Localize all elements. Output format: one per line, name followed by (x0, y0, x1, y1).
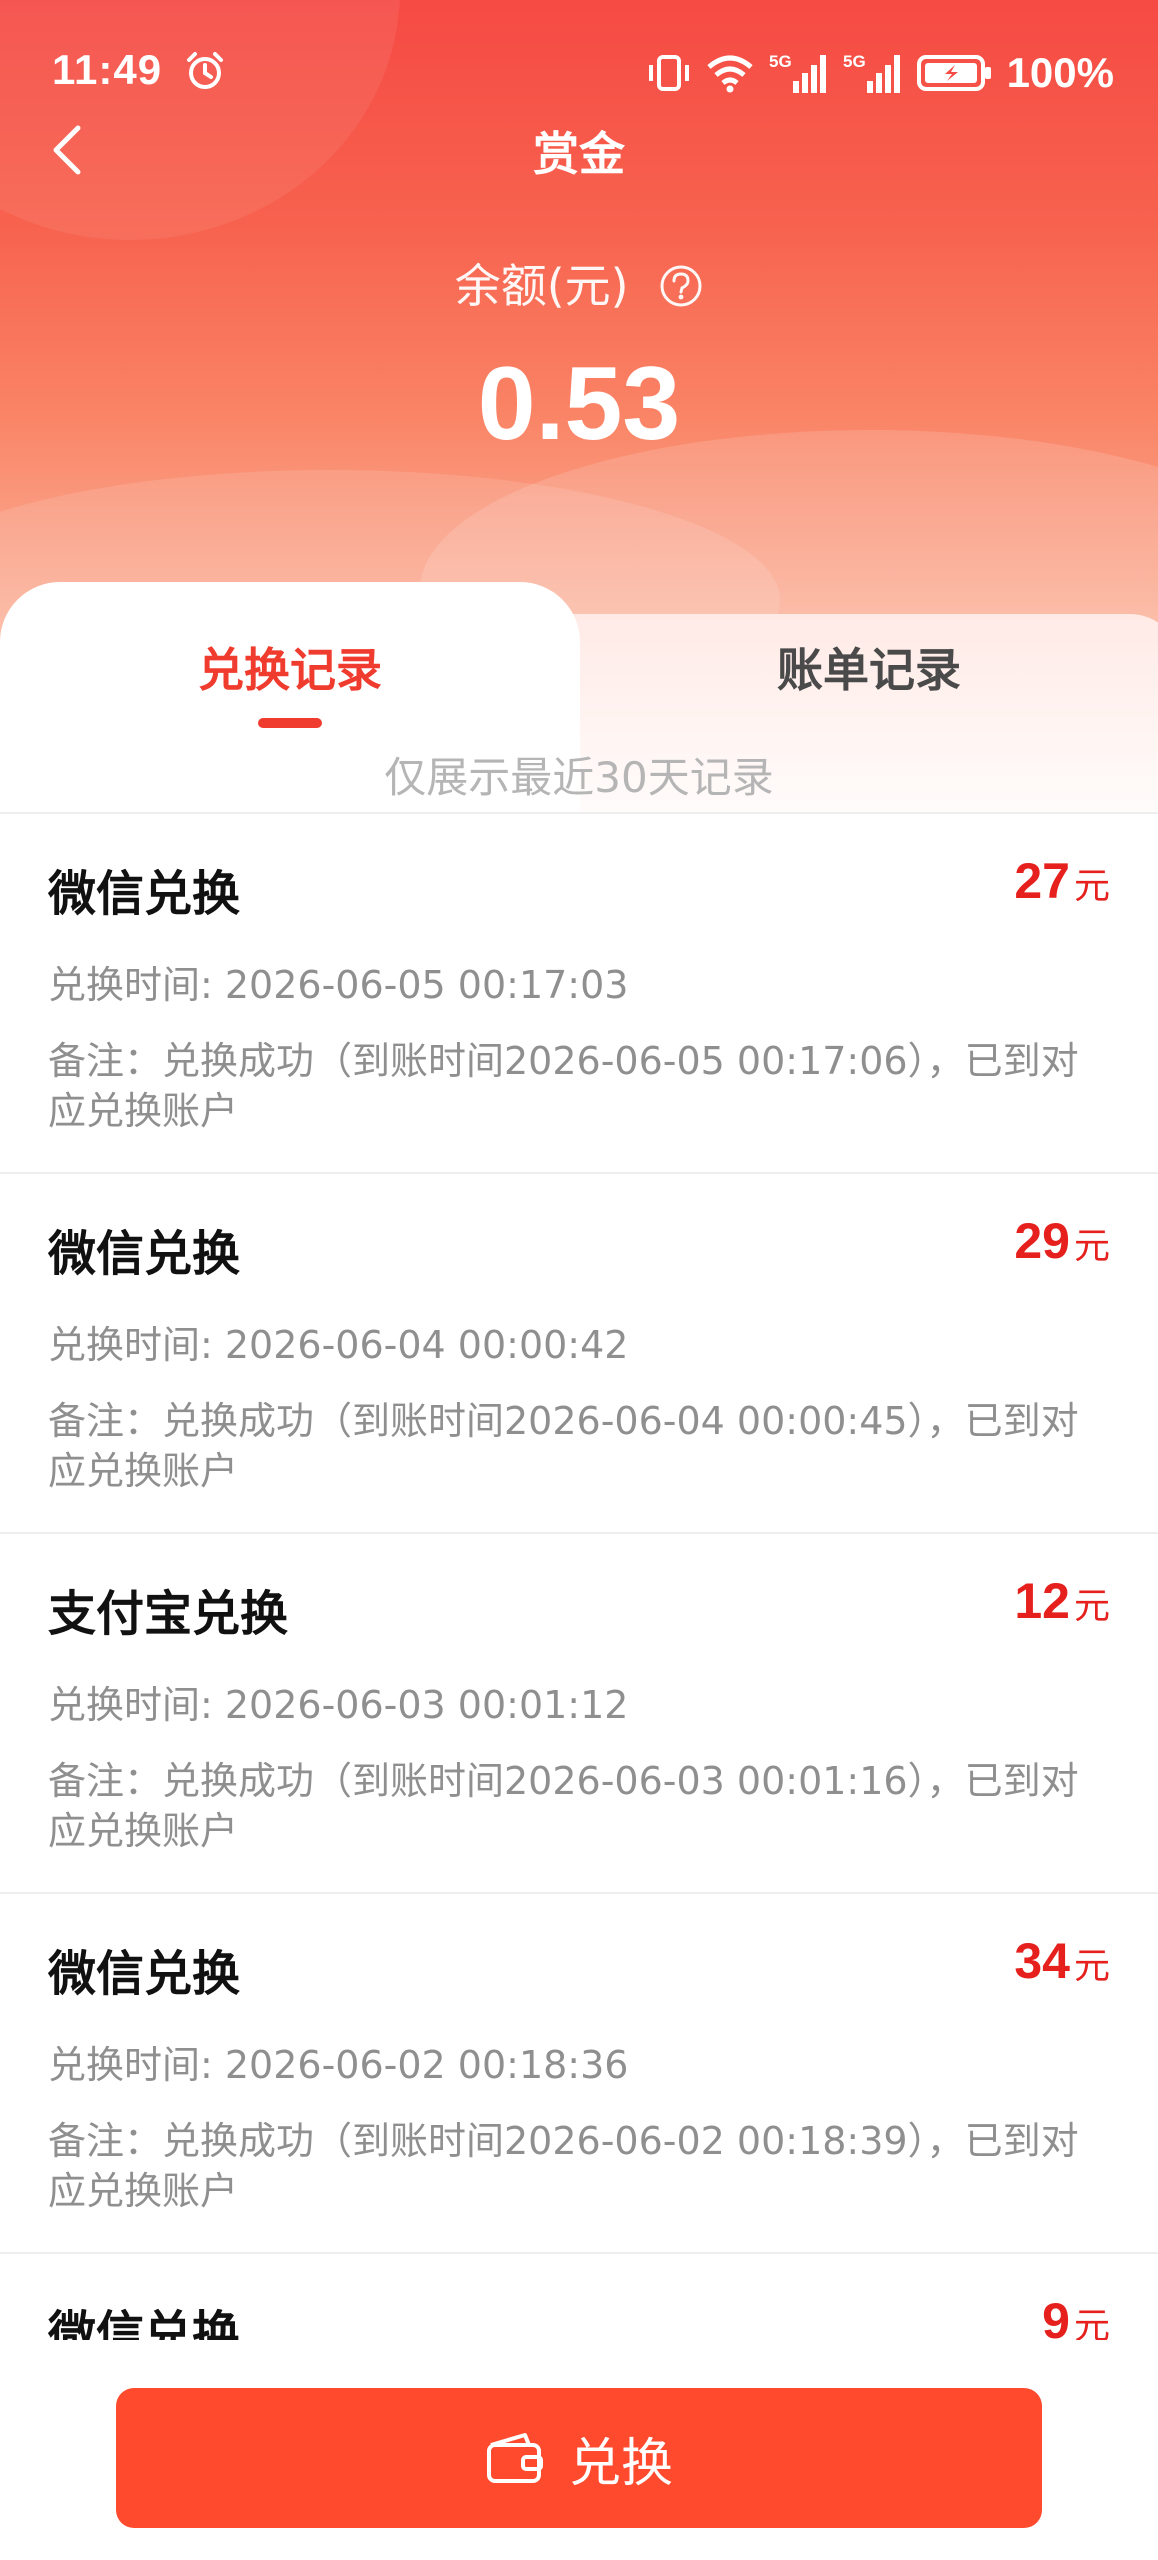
wallet-icon (486, 2433, 543, 2483)
svg-text:5G: 5G (769, 52, 792, 71)
list-item[interactable]: 微信兑换 29 元 兑换时间: 2026-06-04 00:00:42 备注：兑换… (0, 1174, 1158, 1534)
battery-charging-icon (916, 55, 991, 91)
header-banner: 11:49 5G 5G 100% 赏金 余额(元) 0.53 (0, 0, 1158, 640)
record-time: 兑换时间: 2026-06-04 00:00:42 (48, 1323, 629, 1367)
record-note: 备注：兑换成功（到账时间2026-06-05 00:17:06），已到对应兑换账… (48, 1039, 1079, 1133)
record-amount: 29 元 (1014, 1212, 1110, 1270)
amount-value: 12 (1014, 1573, 1070, 1629)
battery-percent: 100% (1006, 49, 1114, 96)
amount-unit: 元 (1073, 865, 1110, 906)
5g-signal-icon: 5G (843, 52, 900, 93)
list-item[interactable]: 微信兑换 27 元 兑换时间: 2026-06-05 00:17:03 备注：兑换… (0, 814, 1158, 1174)
record-amount: 34 元 (1014, 1932, 1110, 1990)
wifi-icon (706, 55, 753, 93)
balance-label-text: 余额(元) (454, 259, 629, 313)
balance-value: 0.53 (477, 346, 681, 462)
balance-label: 余额(元) (0, 250, 1158, 316)
record-title: 微信兑换 (48, 1226, 241, 1282)
record-title: 微信兑换 (48, 866, 241, 922)
tab-bill-records[interactable]: 账单记录 (580, 634, 1158, 704)
record-note: 备注：兑换成功（到账时间2026-06-03 00:01:16），已到对应兑换账… (48, 1759, 1079, 1853)
amount-unit: 元 (1073, 1585, 1110, 1626)
record-time: 兑换时间: 2026-06-02 00:18:36 (48, 2043, 629, 2087)
tab-exchange-records[interactable]: 兑换记录 (0, 634, 580, 704)
svg-text:5G: 5G (843, 52, 866, 71)
alarm-icon (187, 52, 223, 89)
status-time: 11:49 (52, 46, 163, 93)
record-time: 兑换时间: 2026-06-05 00:17:03 (48, 963, 629, 1007)
active-tab-indicator (258, 718, 322, 728)
record-title: 微信兑换 (48, 1946, 241, 2002)
record-title: 支付宝兑换 (48, 1586, 289, 1642)
record-tabs: 兑换记录 账单记录 仅展示最近30天记录 (0, 582, 1158, 854)
bounty-page: 11:49 5G 5G 100% 赏金 余额(元) 0.53 兑换记录 账单记录… (0, 0, 1158, 2560)
question-circle-icon[interactable] (659, 264, 703, 308)
5g-signal-icon: 5G (769, 52, 826, 93)
list-item[interactable]: 支付宝兑换 12 元 兑换时间: 2026-06-03 00:01:12 备注：兑… (0, 1534, 1158, 1894)
nav-bar: 赏金 (0, 110, 1158, 190)
amount-unit: 元 (1073, 1945, 1110, 1986)
exchange-record-list: 微信兑换 27 元 兑换时间: 2026-06-05 00:17:03 备注：兑换… (0, 812, 1158, 2374)
amount-unit: 元 (1073, 1225, 1110, 1266)
vibrate-icon (648, 55, 689, 91)
exchange-button[interactable]: 兑换 (116, 2388, 1042, 2528)
record-amount: 27 元 (1014, 852, 1110, 910)
exchange-button-label: 兑换 (568, 2433, 673, 2494)
record-note: 备注：兑换成功（到账时间2026-06-02 00:18:39），已到对应兑换账… (48, 2119, 1079, 2213)
page-title: 赏金 (533, 127, 625, 181)
record-note: 备注：兑换成功（到账时间2026-06-04 00:00:45），已到对应兑换账… (48, 1399, 1079, 1493)
records-notice: 仅展示最近30天记录 (384, 753, 774, 802)
status-icons: 5G 5G 100% (647, 48, 1114, 98)
amount-value: 34 (1014, 1933, 1070, 1989)
amount-value: 27 (1014, 853, 1070, 909)
record-amount: 12 元 (1014, 1572, 1110, 1630)
amount-value: 29 (1014, 1213, 1070, 1269)
status-bar: 11:49 5G 5G 100% (0, 40, 1158, 110)
list-item[interactable]: 微信兑换 34 元 兑换时间: 2026-06-02 00:18:36 备注：兑换… (0, 1894, 1158, 2254)
record-time: 兑换时间: 2026-06-03 00:01:12 (48, 1683, 629, 1727)
bottom-bar: 兑换 (0, 2340, 1158, 2560)
